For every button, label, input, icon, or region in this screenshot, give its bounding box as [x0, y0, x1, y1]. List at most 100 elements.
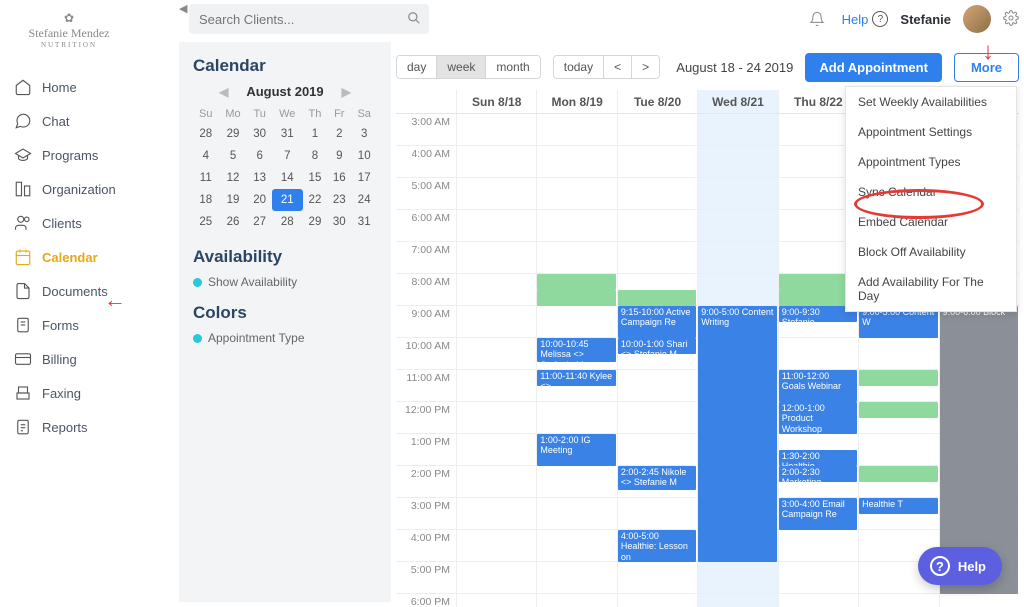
- nav-item-reports[interactable]: Reports: [14, 410, 160, 444]
- nav-item-organization[interactable]: Organization: [14, 172, 160, 206]
- mini-cal-day[interactable]: 10: [351, 145, 377, 167]
- calendar-cell[interactable]: [617, 210, 697, 241]
- calendar-event[interactable]: 9:00-5:00 Content Writing: [698, 306, 776, 562]
- calendar-cell[interactable]: [456, 178, 536, 209]
- dropdown-item-appointment-types[interactable]: Appointment Types: [846, 147, 1016, 177]
- calendar-cell[interactable]: [536, 562, 616, 593]
- mini-cal-day[interactable]: 29: [219, 123, 248, 145]
- dropdown-item-add-availability-for-the-day[interactable]: Add Availability For The Day: [846, 267, 1016, 311]
- nav-item-chat[interactable]: Chat: [14, 104, 160, 138]
- calendar-event[interactable]: 10:00-10:45 Melissa <> Stefanie M: [537, 338, 615, 362]
- calendar-cell[interactable]: [617, 434, 697, 465]
- mini-cal-day[interactable]: 16: [327, 167, 351, 189]
- calendar-cell[interactable]: [697, 210, 777, 241]
- calendar-cell[interactable]: [456, 562, 536, 593]
- show-availability-toggle[interactable]: Show Availability: [193, 275, 377, 289]
- nav-item-forms[interactable]: Forms: [14, 308, 160, 342]
- calendar-cell[interactable]: [617, 370, 697, 401]
- calendar-cell[interactable]: [778, 594, 858, 607]
- calendar-cell[interactable]: [536, 466, 616, 497]
- mini-cal-day[interactable]: 11: [193, 167, 219, 189]
- calendar-event[interactable]: 11:00-12:00 Goals Webinar: [779, 370, 857, 402]
- mini-cal-day[interactable]: 19: [219, 189, 248, 211]
- calendar-cell[interactable]: [617, 562, 697, 593]
- user-name[interactable]: Stefanie: [900, 12, 951, 27]
- calendar-cell[interactable]: [536, 114, 616, 145]
- calendar-cell[interactable]: [697, 114, 777, 145]
- calendar-cell[interactable]: [456, 466, 536, 497]
- mini-cal-day[interactable]: 8: [303, 145, 327, 167]
- calendar-cell[interactable]: [617, 146, 697, 177]
- mini-cal-day[interactable]: 9: [327, 145, 351, 167]
- calendar-cell[interactable]: [456, 594, 536, 607]
- calendar-cell[interactable]: [536, 146, 616, 177]
- calendar-event[interactable]: 1:30-2:00 Healthie: [779, 450, 857, 466]
- calendar-event[interactable]: [859, 466, 937, 482]
- calendar-event[interactable]: [537, 274, 615, 290]
- mini-cal-day[interactable]: 3: [351, 123, 377, 145]
- calendar-cell[interactable]: [456, 530, 536, 561]
- calendar-event[interactable]: [859, 370, 937, 386]
- mini-cal-day[interactable]: 31: [351, 211, 377, 233]
- mini-cal-day[interactable]: 4: [193, 145, 219, 167]
- calendar-cell[interactable]: [536, 594, 616, 607]
- add-appointment-button[interactable]: Add Appointment: [805, 53, 942, 82]
- mini-cal-day[interactable]: 28: [272, 211, 303, 233]
- dropdown-item-block-off-availability[interactable]: Block Off Availability: [846, 237, 1016, 267]
- avatar[interactable]: [963, 5, 991, 33]
- settings-icon[interactable]: [1003, 10, 1019, 29]
- calendar-cell[interactable]: [456, 210, 536, 241]
- mini-cal-day[interactable]: 25: [193, 211, 219, 233]
- calendar-event[interactable]: 4:00-5:00 Healthie: Lesson on: [618, 530, 696, 562]
- help-fab[interactable]: ? Help: [918, 547, 1002, 585]
- calendar-cell[interactable]: [617, 594, 697, 607]
- mini-cal-day[interactable]: 22: [303, 189, 327, 211]
- mini-cal-day[interactable]: 5: [219, 145, 248, 167]
- mini-cal-day[interactable]: 21: [272, 189, 303, 211]
- calendar-cell[interactable]: [456, 274, 536, 305]
- mini-cal-day[interactable]: 28: [193, 123, 219, 145]
- mini-cal-day[interactable]: 29: [303, 211, 327, 233]
- dropdown-item-embed-calendar[interactable]: Embed Calendar: [846, 207, 1016, 237]
- calendar-event[interactable]: [537, 290, 615, 306]
- mini-cal-day[interactable]: 31: [272, 123, 303, 145]
- mini-cal-day[interactable]: 12: [219, 167, 248, 189]
- view-month-button[interactable]: month: [486, 56, 539, 78]
- mini-cal-day[interactable]: 18: [193, 189, 219, 211]
- nav-item-faxing[interactable]: Faxing: [14, 376, 160, 410]
- mini-cal-day[interactable]: 26: [219, 211, 248, 233]
- calendar-cell[interactable]: [536, 210, 616, 241]
- dropdown-item-appointment-settings[interactable]: Appointment Settings: [846, 117, 1016, 147]
- calendar-event[interactable]: [859, 402, 937, 418]
- view-day-button[interactable]: day: [397, 56, 437, 78]
- calendar-event[interactable]: 9:15-10:00 Active Campaign Re: [618, 306, 696, 338]
- dropdown-item-set-weekly-availabilities[interactable]: Set Weekly Availabilities: [846, 87, 1016, 117]
- calendar-event[interactable]: 1:00-2:00 IG Meeting: [537, 434, 615, 466]
- calendar-cell[interactable]: [697, 594, 777, 607]
- calendar-cell[interactable]: [617, 498, 697, 529]
- nav-item-calendar[interactable]: Calendar: [14, 240, 160, 274]
- mini-cal-day[interactable]: 17: [351, 167, 377, 189]
- calendar-event[interactable]: [618, 290, 696, 306]
- mini-cal-day[interactable]: 23: [327, 189, 351, 211]
- calendar-event[interactable]: Healthie T: [859, 498, 937, 514]
- calendar-event[interactable]: 2:00-2:45 Nikole <> Stefanie M: [618, 466, 696, 490]
- calendar-cell[interactable]: [697, 562, 777, 593]
- calendar-cell[interactable]: [617, 402, 697, 433]
- calendar-cell[interactable]: [697, 242, 777, 273]
- view-week-button[interactable]: week: [437, 56, 486, 78]
- calendar-cell[interactable]: [858, 594, 938, 607]
- calendar-cell[interactable]: [456, 434, 536, 465]
- prev-button[interactable]: <: [604, 56, 632, 78]
- notifications-icon[interactable]: [804, 6, 830, 32]
- mini-cal-day[interactable]: 6: [248, 145, 272, 167]
- calendar-event[interactable]: 2:00-2:30 Marketing: [779, 466, 857, 482]
- calendar-cell[interactable]: [456, 370, 536, 401]
- calendar-cell[interactable]: [536, 178, 616, 209]
- calendar-cell[interactable]: [617, 242, 697, 273]
- mini-cal-day[interactable]: 14: [272, 167, 303, 189]
- calendar-cell[interactable]: [456, 242, 536, 273]
- calendar-cell[interactable]: [697, 146, 777, 177]
- calendar-cell[interactable]: [536, 530, 616, 561]
- calendar-event[interactable]: 3:00-4:00 Email Campaign Re: [779, 498, 857, 530]
